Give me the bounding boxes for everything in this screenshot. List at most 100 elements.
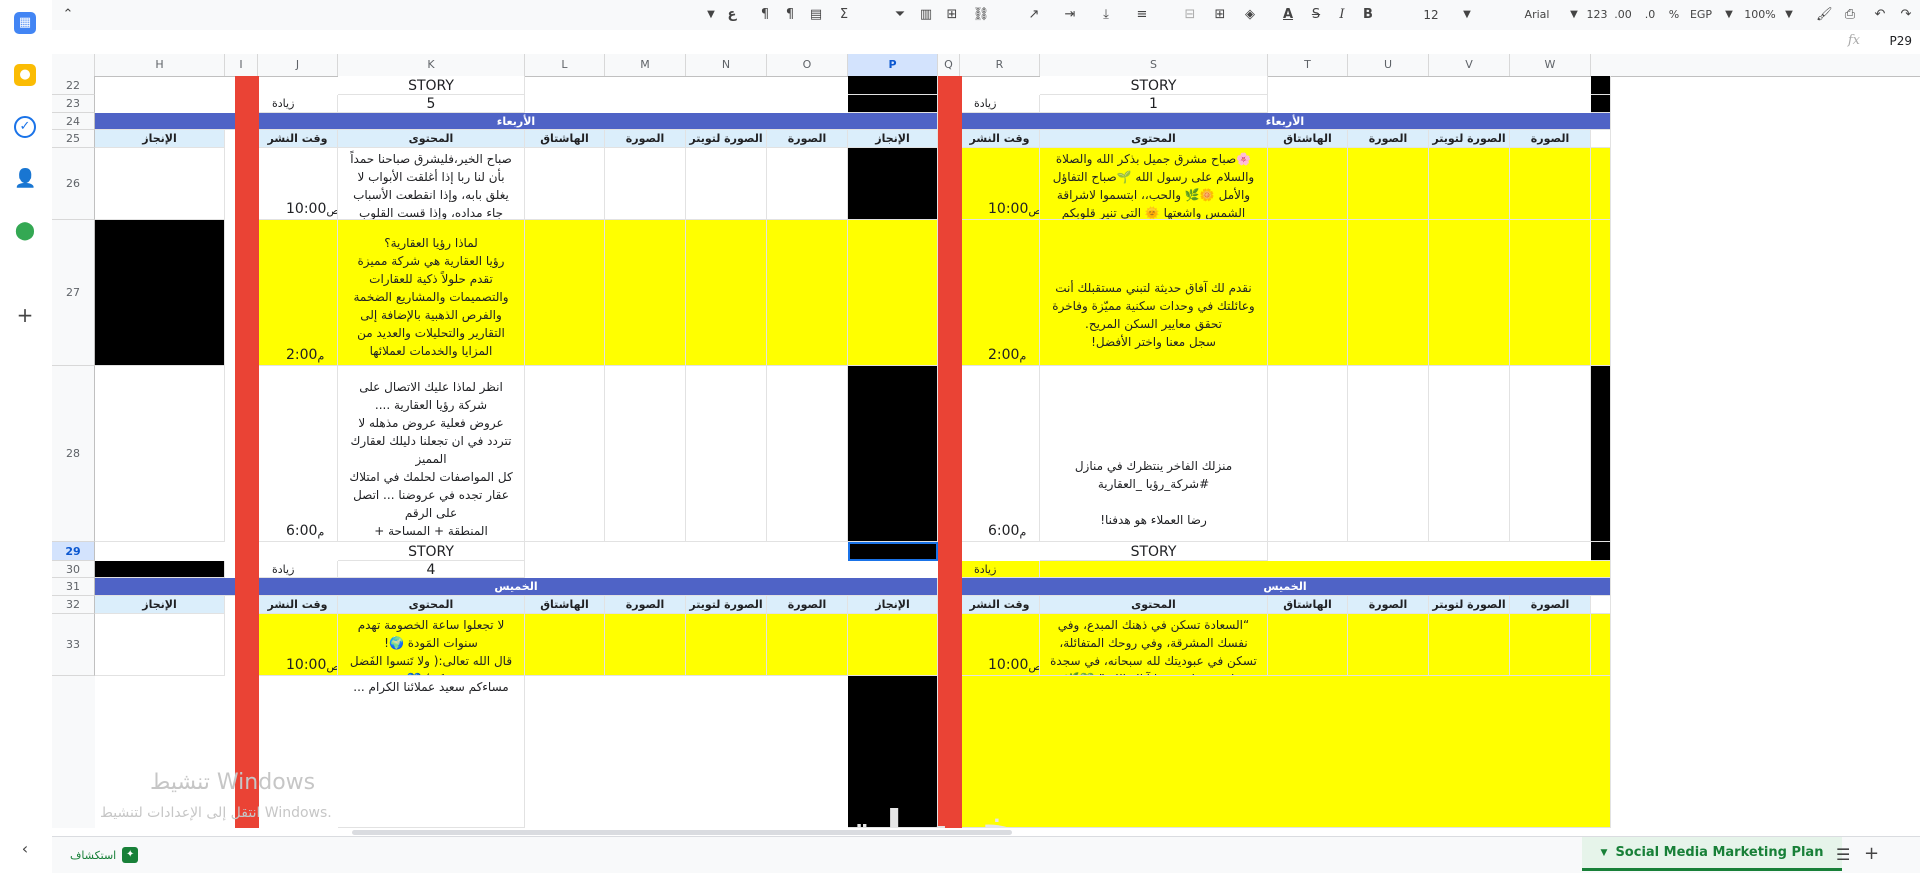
paint-format-icon[interactable]: 🖌 [1816,6,1833,24]
zoom-select[interactable]: 100% [1742,6,1778,24]
cell[interactable] [686,148,767,220]
comment-icon[interactable]: ⊞ [944,6,960,24]
followers-label[interactable]: زيادة المتابعين [960,561,1040,578]
black-cell[interactable] [848,95,938,113]
cell[interactable] [848,220,938,366]
cell[interactable] [1591,220,1611,366]
currency-button[interactable]: EGP [1686,6,1716,24]
header-content[interactable]: المحتوى [1040,596,1268,614]
cell[interactable] [1268,220,1348,366]
row-header-22[interactable]: 22 [52,76,95,95]
cell[interactable] [767,220,848,366]
row-header-26[interactable]: 26 [52,148,95,220]
chevron-down-icon[interactable]: ▼ [1567,6,1581,24]
header-content[interactable]: المحتوى [338,130,525,148]
header-post-time[interactable]: وقت النشر [960,596,1040,614]
column-header-l[interactable]: L [525,54,605,76]
cell[interactable] [1348,614,1429,676]
chevron-down-icon[interactable]: ▼ [1460,6,1474,24]
cell[interactable] [1348,148,1429,220]
add-addon-icon[interactable]: + [14,304,36,326]
cell[interactable] [686,220,767,366]
post-time-cell[interactable]: 10:00ص [258,148,338,220]
story-cell[interactable]: STORY [338,542,525,561]
header-achievement[interactable]: الإنجاز [848,130,938,148]
redo-icon[interactable]: ↷ [1898,6,1914,24]
column-header-s[interactable]: S [1040,54,1268,76]
header-tw-image[interactable]: الصورة لتويتر [686,596,767,614]
post-time-cell[interactable]: 10:00ص [960,148,1040,220]
column-header-i[interactable]: I [225,54,258,76]
column-header-k[interactable]: K [338,54,525,76]
column-header-n[interactable]: N [686,54,767,76]
strikethrough-button[interactable]: S [1308,6,1324,24]
cell[interactable] [848,614,938,676]
black-cell[interactable] [1591,76,1611,95]
cell[interactable] [95,614,225,676]
cell[interactable] [1429,366,1510,542]
content-cell[interactable]: صباح الخير،فليشرق صباحنا حمداً بأن لنا ر… [338,148,525,220]
story-cell[interactable]: STORY [1040,542,1268,561]
content-cell[interactable]: منزلك الفاخر ينتظرك في منازل #شركة_رؤيا … [1040,366,1268,542]
cell[interactable] [686,614,767,676]
day-header-wednesday[interactable]: الأربعاء [960,113,1611,130]
cell[interactable] [605,148,686,220]
header-post-time[interactable]: وقت النشر [960,130,1040,148]
cell[interactable] [1429,614,1510,676]
percent-button[interactable]: % [1666,6,1682,24]
column-header-u[interactable]: U [1348,54,1429,76]
print-icon[interactable]: ⎙ [1842,6,1858,24]
black-cell[interactable] [848,366,938,542]
row-header-29[interactable]: 29 [52,542,95,561]
row-header-28[interactable]: 28 [52,366,95,542]
chevron-down-icon[interactable]: ▼ [1782,6,1796,24]
bold-button[interactable]: B [1360,6,1376,24]
row-header-23[interactable]: 23 [52,95,95,113]
content-cell[interactable]: انظر لماذا عليك الاتصال على شركة رؤيا ال… [338,366,525,542]
post-time-cell[interactable]: 6:00 م [258,366,338,542]
fill-color-icon[interactable]: ◈ [1242,6,1258,24]
column-header-w[interactable]: W [1510,54,1591,76]
cell[interactable] [605,366,686,542]
header-ig-image[interactable]: الصورة للانستغرام [767,596,848,614]
cell[interactable] [767,614,848,676]
black-cell[interactable] [1591,542,1611,561]
explore-button[interactable]: استكشاف ✦ [70,845,139,865]
day-header-wednesday[interactable]: الأربعاء [95,113,938,130]
borders-icon[interactable]: ⊞ [1212,6,1228,24]
content-cell[interactable]: نقدم لك آفاق حديثة لتبني مستقبلك أنت وعا… [1040,220,1268,366]
header-fb-image[interactable]: الصورة للفيسبوك [1348,596,1429,614]
italic-button[interactable]: I [1334,6,1350,24]
contacts-icon[interactable]: 👤 [14,168,36,190]
row-header-31[interactable]: 31 [52,578,95,596]
merge-icon[interactable]: ⊟ [1182,6,1198,24]
post-time-cell[interactable]: 2:00 م [960,220,1040,366]
filter-icon[interactable]: ⏷ [892,6,908,24]
black-cell[interactable] [1591,95,1611,113]
content-cell[interactable]: لا تجعلوا ساعة الخصومة تهدم سنوات المَود… [338,614,525,676]
cell-reference[interactable]: P29 [1872,34,1912,48]
black-cell[interactable] [848,76,938,95]
followers-label[interactable]: زيادة المتابعين [258,95,338,113]
cell[interactable] [1429,148,1510,220]
collapse-panel-icon[interactable]: ‹ [14,838,36,860]
day-header-thursday[interactable]: الخميس [95,578,938,596]
column-header-j[interactable]: J [258,54,338,76]
cell[interactable] [525,148,605,220]
followers-label[interactable]: زيادة المتابعين [960,95,1040,113]
chevron-down-icon[interactable]: ▼ [1601,848,1608,858]
cell[interactable] [1429,220,1510,366]
rotate-text-icon[interactable]: ↗ [1026,6,1042,24]
cell[interactable] [1510,148,1591,220]
halign-icon[interactable]: ≡ [1134,6,1150,24]
header-achievement[interactable]: الإنجاز [95,130,225,148]
header-post-time[interactable]: وقت النشر [258,596,338,614]
column-header-h[interactable]: H [95,54,225,76]
post-time-cell[interactable]: 6:00 م [960,366,1040,542]
column-header-p[interactable]: P [848,54,938,76]
functions-button[interactable]: Σ [836,6,852,24]
header-tw-image[interactable]: الصورة لتويتر [686,130,767,148]
link-icon[interactable]: ⛓ [972,6,990,24]
header-content[interactable]: المحتوى [338,596,525,614]
valign-icon[interactable]: ⤓ [1098,6,1114,24]
